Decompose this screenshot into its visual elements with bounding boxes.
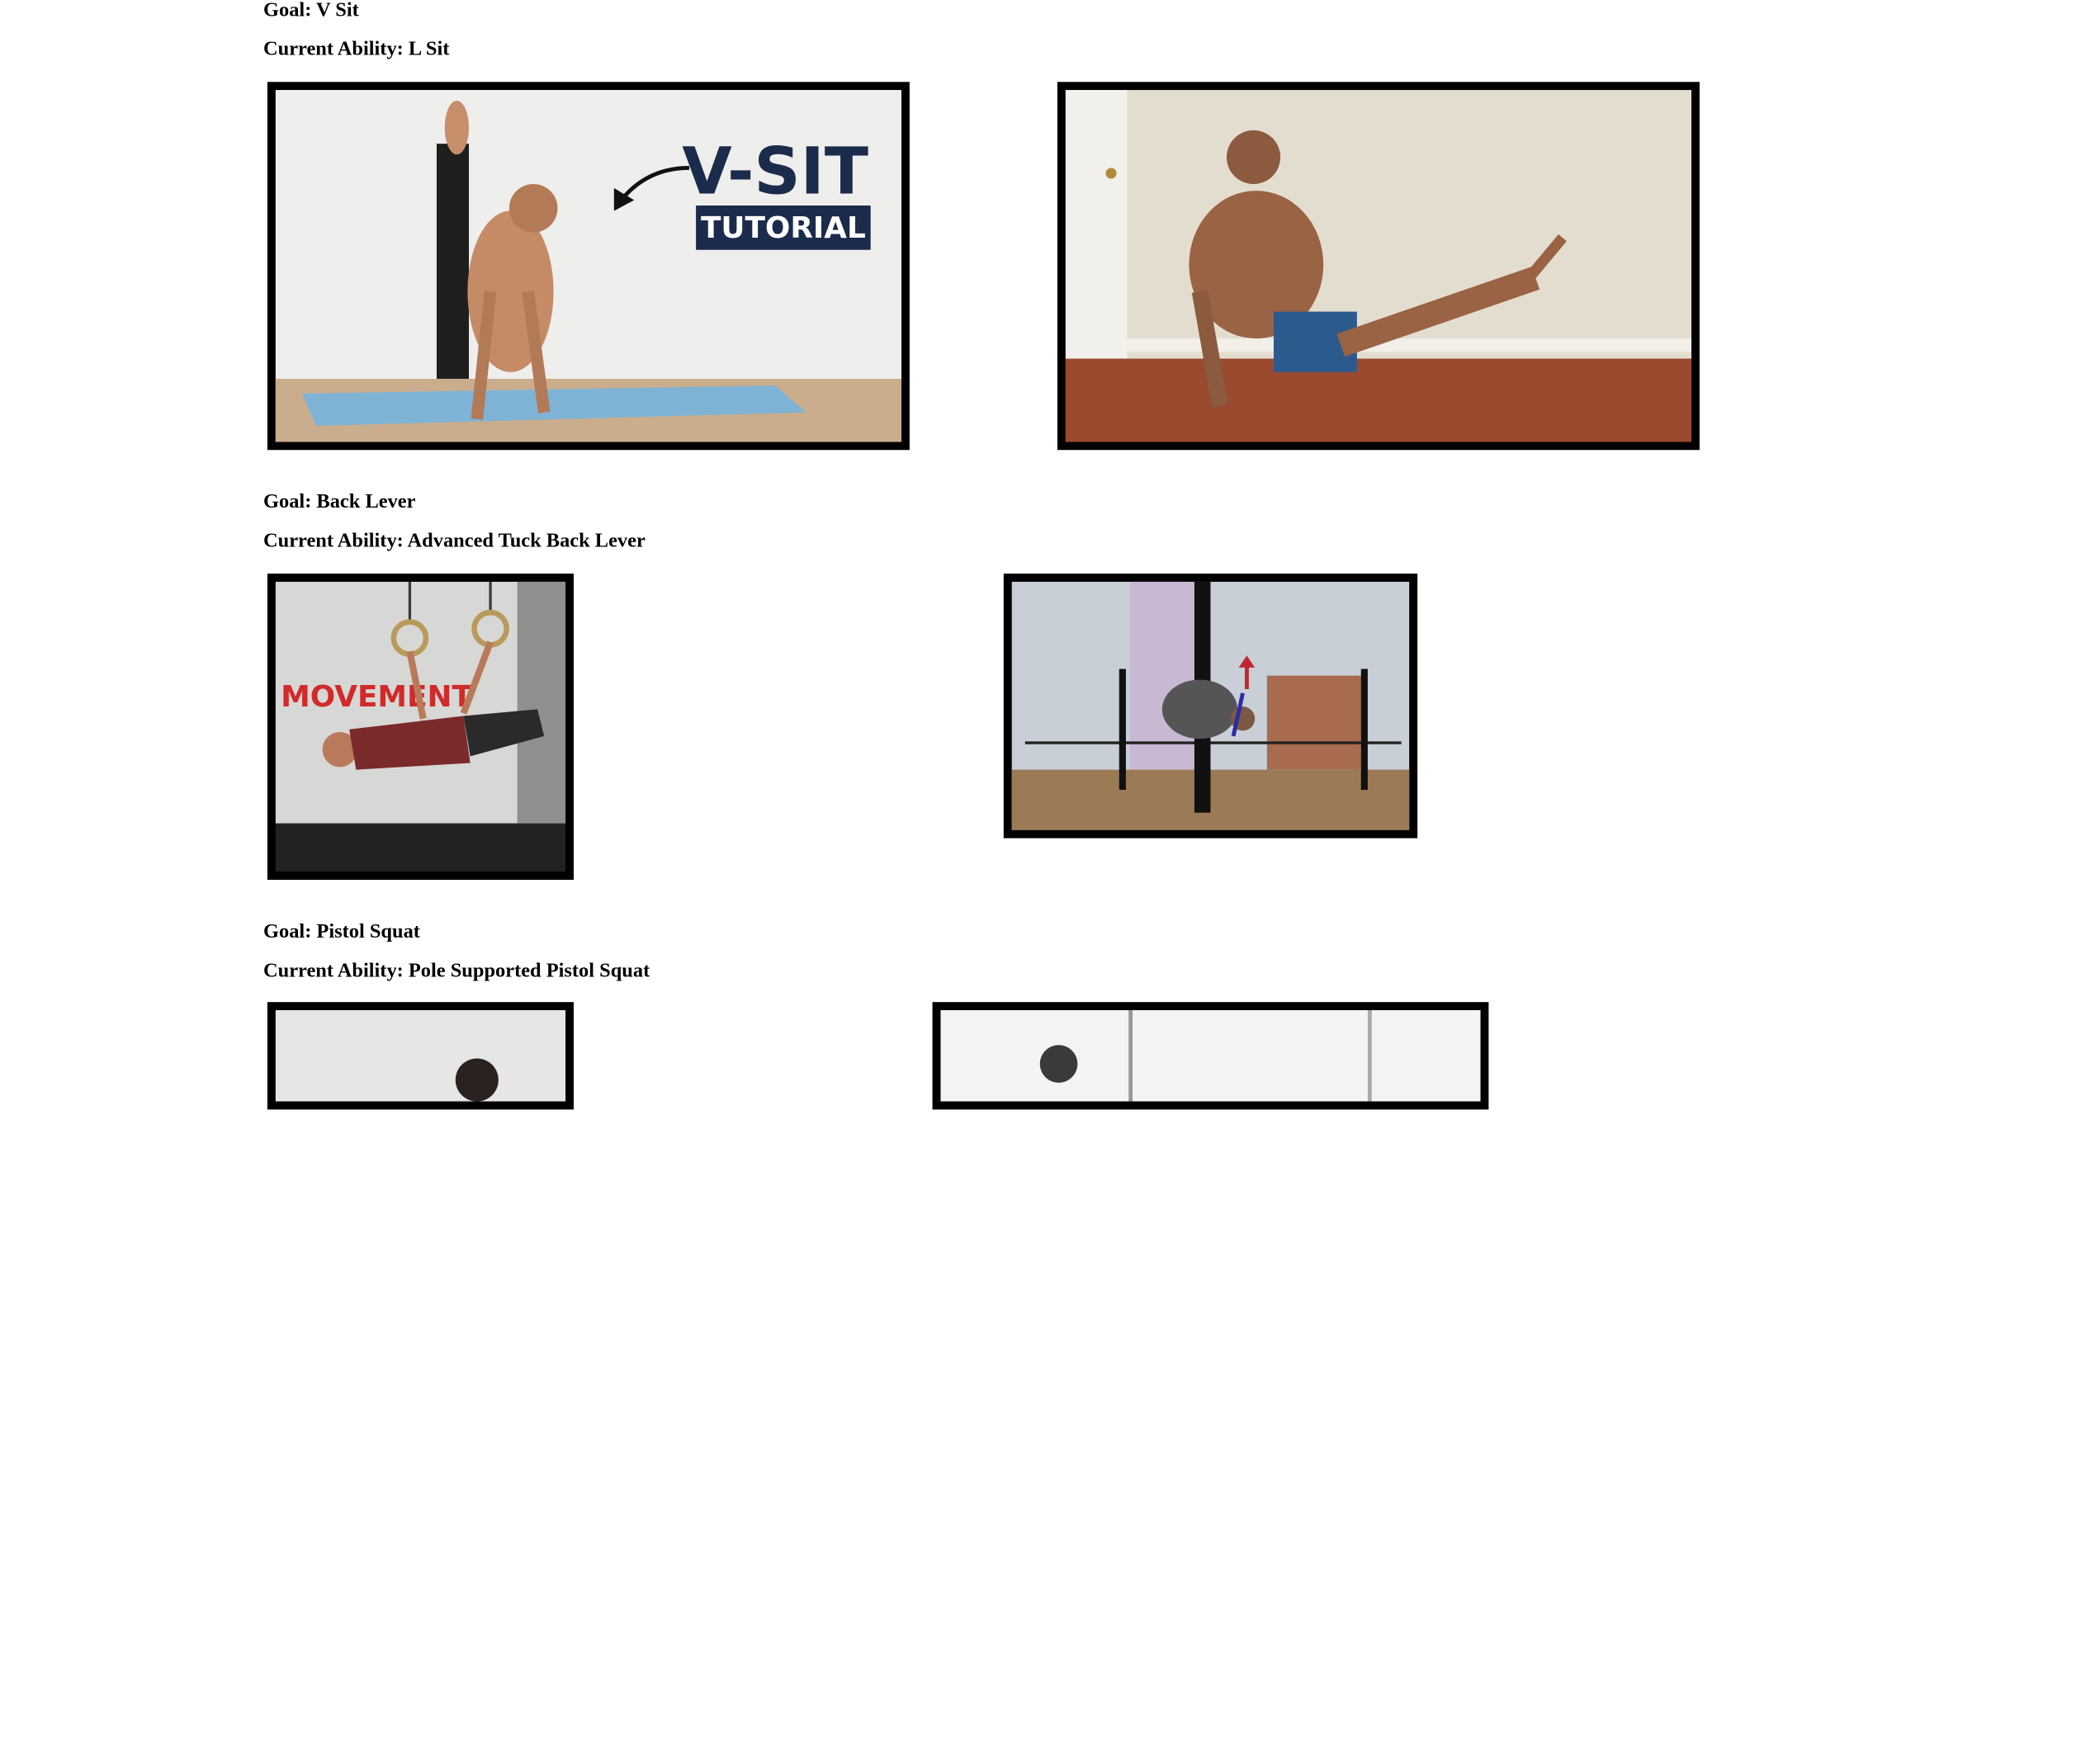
- ability-l-sit-heading: Current Ability: L Sit: [263, 39, 450, 61]
- v-sit-title-text: V-SIT: [682, 134, 868, 209]
- ability-tuck-back-lever-heading: Current Ability: Advanced Tuck Back Leve…: [263, 530, 646, 552]
- page: Goal: V Sit Current Ability: L Sit V-SIT…: [0, 0, 2100, 1748]
- back-lever-image: MOVEMENT: [267, 573, 574, 881]
- movement-wall-text: MOVEMENT: [281, 680, 472, 714]
- goal-v-sit-heading: Goal: V Sit: [263, 0, 359, 22]
- v-sit-subtitle-text: TUTORIAL: [701, 211, 866, 245]
- tuck-back-lever-image: [1003, 573, 1418, 839]
- pistol-squat-image: [267, 1002, 574, 1110]
- l-sit-image: [1057, 82, 1700, 451]
- pole-pistol-squat-image: [932, 1002, 1489, 1110]
- v-sit-image: V-SIT TUTORIAL: [267, 82, 910, 451]
- ability-pole-pistol-squat-heading: Current Ability: Pole Supported Pistol S…: [263, 960, 650, 982]
- goal-pistol-squat-heading: Goal: Pistol Squat: [263, 921, 420, 943]
- goal-back-lever-heading: Goal: Back Lever: [263, 491, 416, 513]
